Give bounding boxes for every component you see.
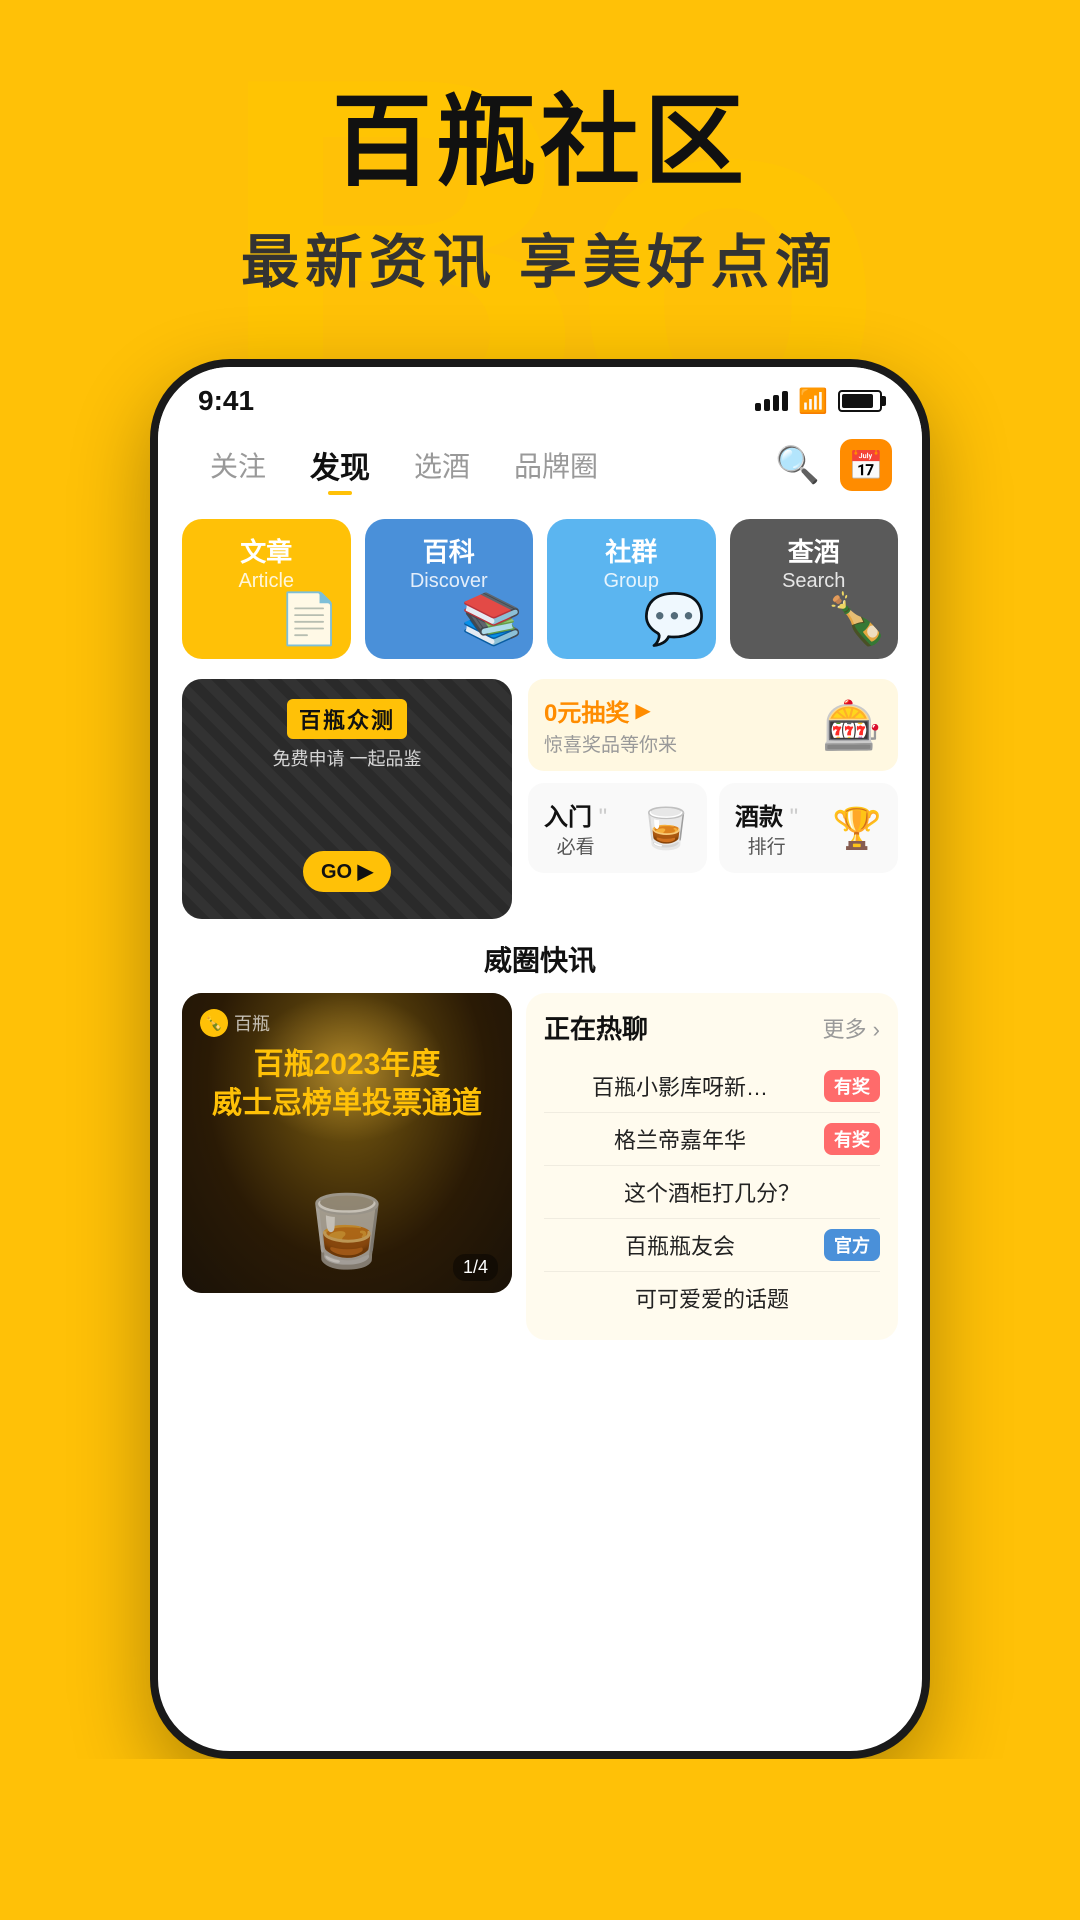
status-icons: 📶 xyxy=(755,387,882,416)
hot-item-0[interactable]: 百瓶小影库呀新… 有奖 xyxy=(544,1060,880,1113)
ranking-title: 酒款 " xyxy=(735,797,798,832)
hero-subtitle: 最新资讯 享美好点滴 xyxy=(40,215,1040,299)
hot-item-row-1: 格兰帝嘉年华 有奖 xyxy=(544,1123,880,1155)
hot-item-badge-3: 官方 xyxy=(824,1229,880,1261)
cat-icon-group: 💬 xyxy=(643,590,705,649)
beginner-card[interactable]: 入门 " 必看 🥃 xyxy=(528,783,707,873)
hot-header: 正在热聊 更多 › xyxy=(544,1009,880,1046)
promo-subtitle: 惊喜奖品等你来 xyxy=(544,730,677,757)
promo-title-row: 0元抽奖 ▶ xyxy=(544,693,677,728)
hot-item-text-0: 百瓶小影库呀新… xyxy=(544,1070,816,1102)
calendar-icon: 📅 xyxy=(849,449,884,482)
promo-icon: 🎰 xyxy=(822,697,882,754)
category-grid: 文章 Article 📄 百科 Discover 📚 社群 Group 💬 查酒… xyxy=(158,509,922,679)
news-bottle-decoration: 🥃 xyxy=(303,1191,390,1273)
status-time: 9:41 xyxy=(198,385,254,417)
main-banner[interactable]: 百瓶众测 免费申请 一起品鉴 GO ▶ xyxy=(182,679,512,919)
promo-info: 0元抽奖 ▶ 惊喜奖品等你来 xyxy=(544,693,677,757)
banner-subtitle: 免费申请 一起品鉴 xyxy=(200,745,494,771)
banner-section: 百瓶众测 免费申请 一起品鉴 GO ▶ 0元抽奖 ▶ xyxy=(158,679,922,939)
wifi-icon: 📶 xyxy=(798,387,828,416)
status-bar: 9:41 📶 xyxy=(158,367,922,427)
hot-item-1[interactable]: 格兰帝嘉年华 有奖 xyxy=(544,1113,880,1166)
beginner-title: 入门 " xyxy=(544,797,607,832)
hot-item-text-3: 百瓶瓶友会 xyxy=(544,1229,816,1261)
ranking-info: 酒款 " 排行 xyxy=(735,797,798,859)
cat-name-group: 社群 xyxy=(563,537,700,568)
ranking-sub: 排行 xyxy=(735,832,798,859)
hot-item-4[interactable]: 可可爱爱的话题 xyxy=(544,1272,880,1324)
news-card[interactable]: 🍾 百瓶 百瓶2023年度威士忌榜单投票通道 🥃 1/4 xyxy=(182,993,512,1293)
mini-cards-row: 入门 " 必看 🥃 酒款 " 排行 🏆 xyxy=(528,783,898,873)
hot-talk-panel: 正在热聊 更多 › 百瓶小影库呀新… 有奖 格兰帝嘉年华 xyxy=(526,993,898,1340)
banner-content: 百瓶众测 免费申请 一起品鉴 GO ▶ xyxy=(182,679,512,912)
news-logo: 🍾 百瓶 xyxy=(200,1009,494,1037)
hero-title: 百瓶社区 xyxy=(40,60,1040,205)
hot-item-row-4: 可可爱爱的话题 xyxy=(544,1282,880,1314)
hot-item-text-1: 格兰帝嘉年华 xyxy=(544,1123,816,1155)
category-article[interactable]: 文章 Article 📄 xyxy=(182,519,351,659)
promo-title: 0元抽奖 xyxy=(544,693,629,728)
nav-bar: 关注 发现 选酒 品牌圈 🔍 📅 xyxy=(158,427,922,509)
hot-item-row-2: 这个酒柜打几分？ xyxy=(544,1176,880,1208)
news-main-title: 百瓶2023年度威士忌榜单投票通道 xyxy=(200,1045,494,1123)
tab-select[interactable]: 选酒 xyxy=(392,439,492,491)
weiquan-title: 威圈快讯 xyxy=(182,939,898,979)
news-row: 🍾 百瓶 百瓶2023年度威士忌榜单投票通道 🥃 1/4 正在热聊 xyxy=(182,993,898,1340)
cat-name-article: 文章 xyxy=(198,537,335,568)
ranking-icon: 🏆 xyxy=(832,805,882,852)
promo-card[interactable]: 0元抽奖 ▶ 惊喜奖品等你来 🎰 xyxy=(528,679,898,771)
hot-item-row-3: 百瓶瓶友会 官方 xyxy=(544,1229,880,1261)
hot-item-text-4: 可可爱爱的话题 xyxy=(544,1282,880,1314)
news-logo-icon: 🍾 xyxy=(200,1009,228,1037)
ranking-card[interactable]: 酒款 " 排行 🏆 xyxy=(719,783,898,873)
search-button[interactable]: 🔍 xyxy=(775,444,820,486)
calendar-button[interactable]: 📅 xyxy=(840,439,892,491)
battery-icon xyxy=(838,390,882,412)
cat-icon-article: 📄 xyxy=(278,590,340,649)
phone-mockup: 9:41 📶 关注 发现 选酒 xyxy=(40,359,1040,1759)
tab-discover[interactable]: 发现 xyxy=(288,437,392,493)
nav-actions: 🔍 📅 xyxy=(775,439,892,491)
news-pagination: 1/4 xyxy=(453,1254,498,1281)
hot-item-2[interactable]: 这个酒柜打几分？ xyxy=(544,1166,880,1219)
phone-screen: 9:41 📶 关注 发现 选酒 xyxy=(150,359,930,1759)
weiquan-section: 威圈快讯 🍾 百瓶 百瓶2023年度威士忌榜单投票通道 xyxy=(158,939,922,1340)
cat-icon-discover: 📚 xyxy=(461,590,523,649)
category-group[interactable]: 社群 Group 💬 xyxy=(547,519,716,659)
beginner-icon: 🥃 xyxy=(641,805,691,852)
hot-item-row-0: 百瓶小影库呀新… 有奖 xyxy=(544,1070,880,1102)
category-search[interactable]: 查酒 Search 🍾 xyxy=(730,519,899,659)
go-button[interactable]: GO ▶ xyxy=(303,851,391,892)
hot-item-text-2: 这个酒柜打几分？ xyxy=(544,1176,880,1208)
tab-follow[interactable]: 关注 xyxy=(188,439,288,491)
hero-section: Bo 百瓶社区 最新资讯 享美好点滴 9:41 📶 xyxy=(0,0,1080,1759)
cat-name-discover: 百科 xyxy=(381,537,518,568)
hot-item-badge-0: 有奖 xyxy=(824,1070,880,1102)
promo-arrow: ▶ xyxy=(635,698,650,723)
tab-brand[interactable]: 品牌圈 xyxy=(492,439,620,491)
hot-item-badge-1: 有奖 xyxy=(824,1123,880,1155)
banner-tag: 百瓶众测 xyxy=(287,699,407,739)
beginner-info: 入门 " 必看 xyxy=(544,797,607,859)
side-cards: 0元抽奖 ▶ 惊喜奖品等你来 🎰 入门 " 必看 xyxy=(528,679,898,919)
hot-more-button[interactable]: 更多 › xyxy=(823,1012,880,1044)
cat-name-search: 查酒 xyxy=(746,537,883,568)
beginner-sub: 必看 xyxy=(544,832,607,859)
hot-title: 正在热聊 xyxy=(544,1009,648,1046)
hot-item-3[interactable]: 百瓶瓶友会 官方 xyxy=(544,1219,880,1272)
cat-icon-search: 🍾 xyxy=(826,590,888,649)
signal-icon xyxy=(755,391,788,411)
news-content: 🍾 百瓶 百瓶2023年度威士忌榜单投票通道 xyxy=(182,993,512,1139)
category-discover[interactable]: 百科 Discover 📚 xyxy=(365,519,534,659)
